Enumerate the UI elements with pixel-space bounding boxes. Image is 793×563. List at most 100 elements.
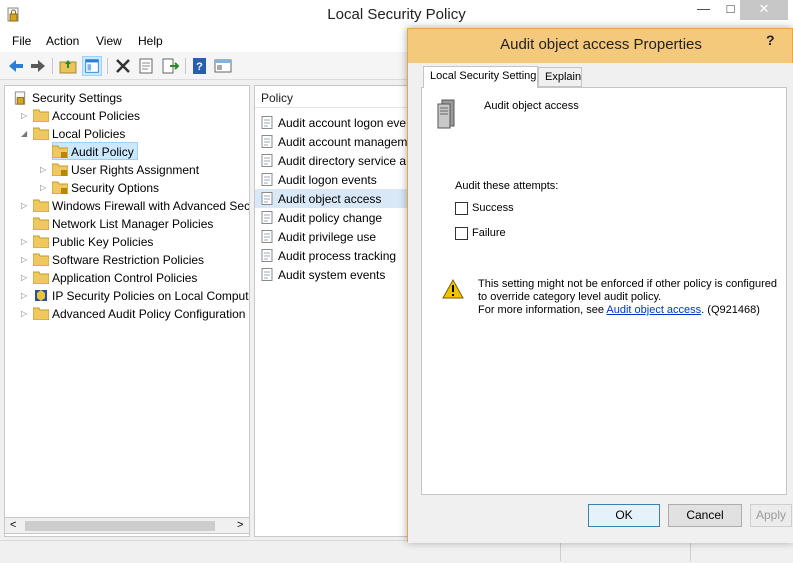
- status-cell: [690, 543, 691, 561]
- back-icon[interactable]: [6, 56, 26, 76]
- list-item-label: Audit object access: [278, 192, 382, 206]
- expand-arrow-icon[interactable]: ▷: [21, 291, 29, 301]
- list-item-label: Audit logon events: [278, 173, 377, 187]
- properties-icon[interactable]: [136, 56, 156, 76]
- expand-arrow-icon[interactable]: ▷: [21, 273, 29, 283]
- list-item[interactable]: Audit directory service a: [255, 151, 413, 170]
- menu-file[interactable]: File: [12, 34, 31, 48]
- tree-item-advanced-audit-policy[interactable]: ▷ Advanced Audit Policy Configuration: [11, 305, 249, 323]
- cancel-button[interactable]: Cancel: [668, 504, 742, 527]
- list-item[interactable]: Audit account logon eve: [255, 113, 413, 132]
- tab-explain[interactable]: Explain: [538, 67, 582, 87]
- success-label[interactable]: Success: [472, 202, 514, 214]
- ip-security-icon: [35, 290, 47, 301]
- tree-item-network-list-manager[interactable]: Network List Manager Policies: [11, 215, 241, 233]
- apply-button[interactable]: Apply: [750, 504, 792, 527]
- tree-item-label: Security Options: [71, 181, 160, 195]
- scroll-right-icon[interactable]: >: [237, 519, 243, 531]
- failure-checkbox[interactable]: [455, 227, 468, 240]
- tree-item-audit-policy[interactable]: Audit Policy: [11, 143, 241, 161]
- policy-icon: [261, 268, 273, 281]
- list-item-label: Audit account logon eve: [278, 116, 407, 130]
- menu-help[interactable]: Help: [138, 34, 163, 48]
- expand-arrow-icon[interactable]: ▷: [21, 309, 29, 319]
- tree-item-label: Local Policies: [52, 127, 126, 141]
- minimize-button[interactable]: —: [690, 0, 717, 20]
- tree-item-local-policies[interactable]: ◢ Local Policies: [11, 125, 241, 143]
- tree-item-ip-security-policies[interactable]: ▷ IP Security Policies on Local Compute: [11, 287, 250, 305]
- list-item[interactable]: Audit policy change: [255, 208, 413, 227]
- help-icon[interactable]: ?: [190, 56, 210, 76]
- tree-item-label: Advanced Audit Policy Configuration: [52, 307, 246, 321]
- expand-arrow-icon[interactable]: ▷: [21, 111, 29, 121]
- close-button[interactable]: ✕: [740, 0, 788, 20]
- tree-item-security-options[interactable]: ▷ Security Options: [11, 179, 241, 197]
- tree-item-label: Windows Firewall with Advanced Secu: [52, 199, 250, 213]
- tab-label: Explain: [545, 71, 582, 83]
- menu-action[interactable]: Action: [46, 34, 79, 48]
- collapse-arrow-icon[interactable]: ◢: [21, 129, 29, 139]
- list-item[interactable]: Audit account managem: [255, 132, 413, 151]
- expand-arrow-icon[interactable]: ▷: [40, 165, 48, 175]
- toolbar-separator: [52, 58, 53, 74]
- tree-item-software-restriction[interactable]: ▷ Software Restriction Policies: [11, 251, 241, 269]
- policy-icon: [261, 211, 273, 224]
- success-checkbox[interactable]: [455, 202, 468, 215]
- list-item[interactable]: Audit logon events: [255, 170, 413, 189]
- folder-icon: [33, 199, 49, 212]
- warning-icon: [442, 279, 464, 299]
- export-list-icon[interactable]: [160, 56, 180, 76]
- audit-object-access-link[interactable]: Audit object access: [606, 304, 701, 316]
- list-item-selected[interactable]: Audit object access: [255, 189, 413, 208]
- folder-lock-icon: [52, 181, 68, 194]
- expand-arrow-icon[interactable]: ▷: [21, 237, 29, 247]
- folder-icon: [33, 217, 49, 230]
- expand-arrow-icon[interactable]: ▷: [40, 183, 48, 193]
- scroll-left-icon[interactable]: <: [10, 519, 16, 531]
- folder-lock-icon: [52, 145, 68, 158]
- up-folder-icon[interactable]: [58, 56, 78, 76]
- tree-item-windows-firewall[interactable]: ▷ Windows Firewall with Advanced Secu: [11, 197, 250, 215]
- tree-item-security-settings[interactable]: Security Settings: [11, 89, 241, 107]
- more-info-text: For more information, see: [478, 304, 607, 316]
- tree-horizontal-scrollbar[interactable]: < >: [4, 517, 250, 534]
- tree-item-account-policies[interactable]: ▷ Account Policies: [11, 107, 241, 125]
- menu-view[interactable]: View: [96, 34, 122, 48]
- tab-local-security-setting[interactable]: Local Security Setting: [423, 66, 538, 88]
- help-button[interactable]: ?: [766, 32, 775, 48]
- toolbar-separator: [185, 58, 186, 74]
- ok-button[interactable]: OK: [588, 504, 660, 527]
- tree-item-label: Software Restriction Policies: [52, 253, 205, 267]
- folder-icon: [33, 109, 49, 122]
- failure-label[interactable]: Failure: [472, 227, 506, 239]
- tree-item-user-rights-assignment[interactable]: ▷ User Rights Assignment: [11, 161, 241, 179]
- forward-icon[interactable]: [28, 56, 48, 76]
- dialog-title: Audit object access Properties: [500, 36, 702, 53]
- tree-item-application-control[interactable]: ▷ Application Control Policies: [11, 269, 241, 287]
- policy-icon: [261, 116, 273, 129]
- folder-icon: [33, 253, 49, 266]
- list-item-label: Audit directory service a: [278, 154, 407, 168]
- tree-item-label: Public Key Policies: [52, 235, 154, 249]
- policy-name: Audit object access: [484, 100, 579, 112]
- column-header-policy[interactable]: Policy: [255, 86, 413, 108]
- tree-item-label: Audit Policy: [71, 145, 134, 159]
- list-item[interactable]: Audit system events: [255, 265, 413, 284]
- tree-item-label: Network List Manager Policies: [52, 217, 214, 231]
- attempts-label: Audit these attempts:: [455, 180, 559, 192]
- mmc-icon[interactable]: [213, 56, 233, 76]
- tree-item-label: User Rights Assignment: [71, 163, 200, 177]
- expand-arrow-icon[interactable]: ▷: [21, 255, 29, 265]
- delete-icon[interactable]: [113, 56, 133, 76]
- list-item-label: Audit process tracking: [278, 249, 397, 263]
- tree-item-public-key-policies[interactable]: ▷ Public Key Policies: [11, 233, 241, 251]
- tree-item-label: IP Security Policies on Local Compute: [52, 289, 250, 303]
- scrollbar-thumb[interactable]: [25, 521, 215, 531]
- show-hide-tree-icon[interactable]: [82, 56, 102, 76]
- list-item[interactable]: Audit privilege use: [255, 227, 413, 246]
- expand-arrow-icon[interactable]: ▷: [21, 201, 29, 211]
- tab-label: Local Security Setting: [430, 70, 537, 82]
- list-item[interactable]: Audit process tracking: [255, 246, 413, 265]
- window-title: Local Security Policy: [327, 6, 466, 23]
- toolbar-separator: [107, 58, 108, 74]
